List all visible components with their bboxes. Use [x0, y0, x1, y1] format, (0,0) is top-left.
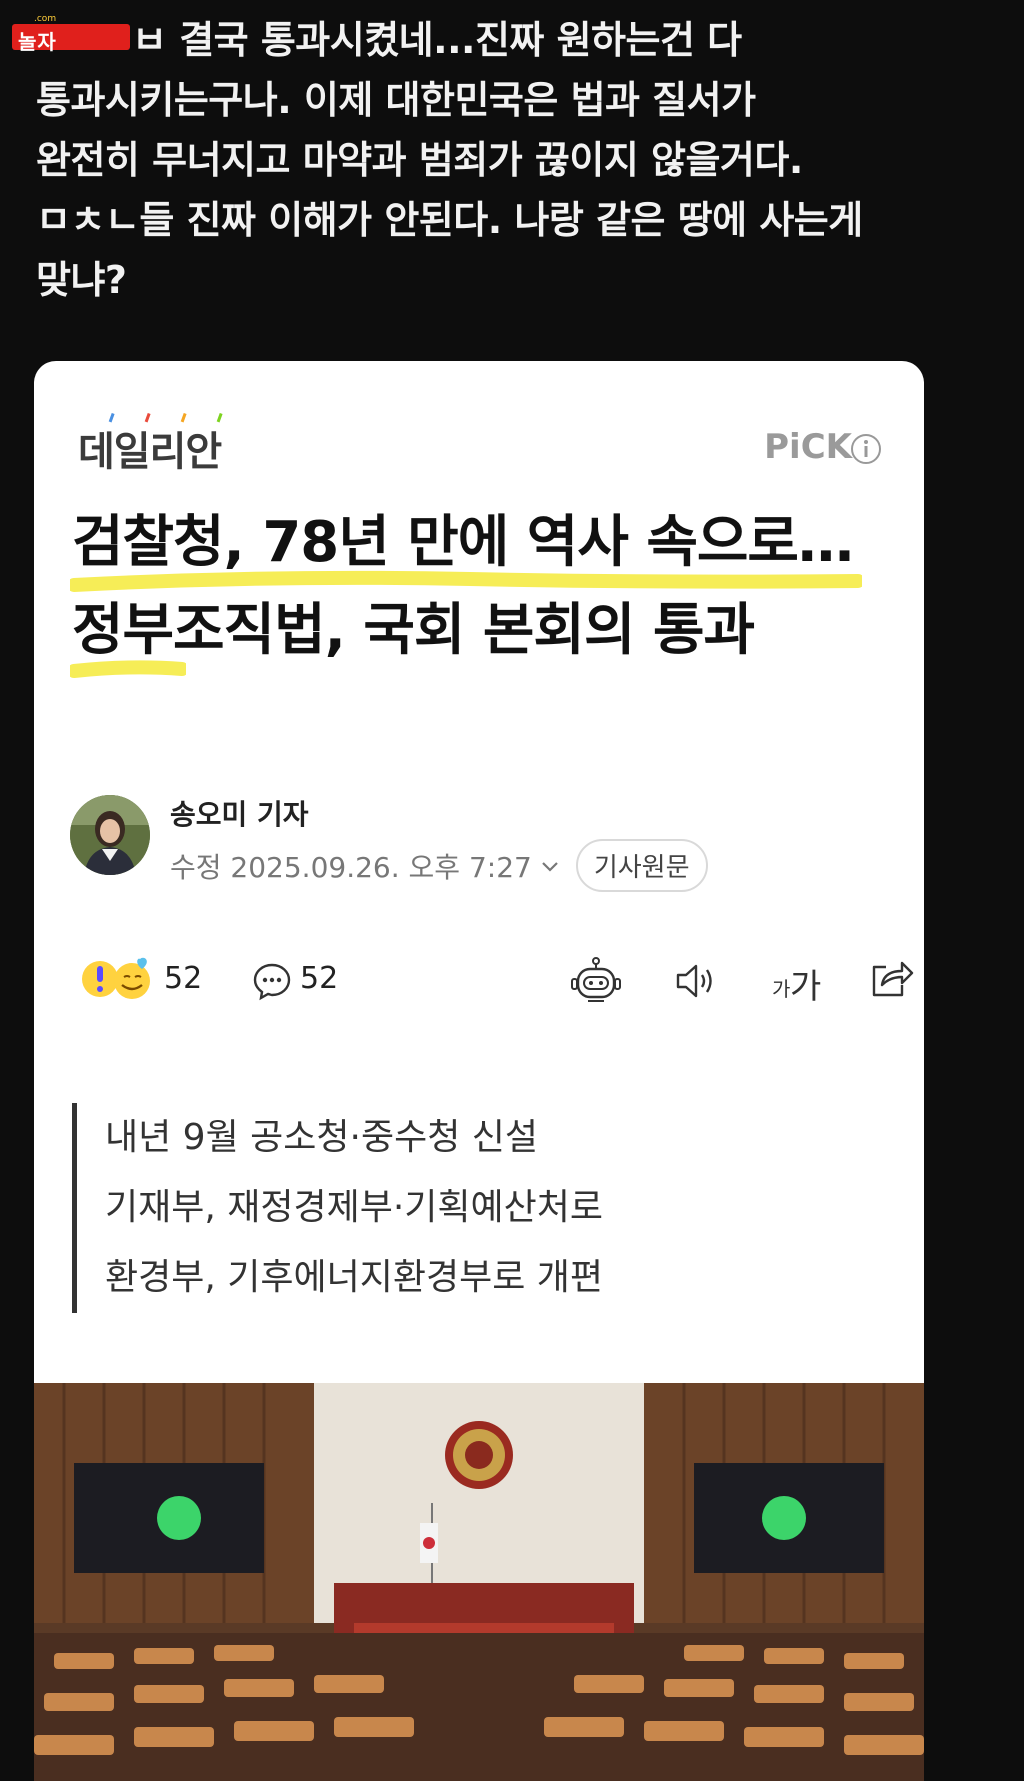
share-icon[interactable]	[868, 957, 914, 1001]
summary-line: 기재부, 재정경제부·기획예산처로	[105, 1187, 604, 1228]
chevron-down-icon[interactable]	[538, 854, 562, 878]
reporter-name[interactable]: 송오미 기자	[170, 793, 309, 833]
font-size-small-label: 가	[772, 977, 791, 1001]
comment-count[interactable]: 52	[300, 961, 338, 996]
article-summary: 내년 9월 공소청·중수청 신설 기재부, 재정경제부·기획예산처로 환경부, …	[72, 1103, 805, 1313]
reporter-avatar[interactable]	[70, 795, 150, 875]
summary-line: 내년 9월 공소청·중수청 신설	[105, 1117, 538, 1158]
font-size-large-label: 가	[790, 967, 822, 1007]
summary-line: 환경부, 기후에너지환경부로 개편	[105, 1257, 604, 1298]
post-line: ㅂ 결국 통과시켰네...진짜 원하는건 다	[132, 18, 742, 62]
font-size-button[interactable]: 가 가	[772, 959, 828, 1007]
post-line: ㅁㅊㄴ들 진짜 이해가 안된다. 나랑 같은 땅에 사는게	[36, 198, 863, 242]
reaction-count: 52	[164, 961, 203, 996]
post-line: 통과시키는구나. 이제 대한민국은 법과 질서가	[36, 78, 756, 122]
info-icon[interactable]	[850, 433, 882, 465]
publisher-logo[interactable]: 데일리안	[78, 419, 222, 477]
speaker-icon[interactable]	[674, 961, 722, 1001]
article-headline: 검찰청, 78년 만에 역사 속으로…정부조직법, 국회 본회의 통과	[72, 510, 854, 663]
article-toolbar: 52 52 가 가	[80, 957, 914, 1007]
article-date-row: 수정 2025.09.26. 오후 7:27 기사원문	[170, 839, 708, 892]
pick-label: PiCK	[764, 427, 852, 467]
reaction-emoji-icons[interactable]	[80, 957, 156, 1001]
article-card[interactable]: 데일리안 PiCK 검찰청, 78년 만에 역사 속으로…정부조직법, 국회 본…	[34, 361, 924, 1781]
robot-icon[interactable]	[568, 957, 624, 1005]
article-date: 수정 2025.09.26. 오후 7:27	[170, 850, 532, 884]
comment-icon[interactable]	[252, 961, 292, 1001]
post-line: 맞냐?	[36, 258, 127, 302]
original-article-button[interactable]: 기사원문	[575, 839, 708, 892]
post-line: 완전히 무너지고 마약과 범죄가 끊이지 않을거다.	[36, 138, 803, 182]
post-text: ㅂ 결국 통과시켰네...진짜 원하는건 다 통과시키는구나. 이제 대한민국은…	[36, 10, 996, 310]
article-photo[interactable]	[34, 1383, 924, 1781]
avatar-image	[70, 795, 150, 875]
